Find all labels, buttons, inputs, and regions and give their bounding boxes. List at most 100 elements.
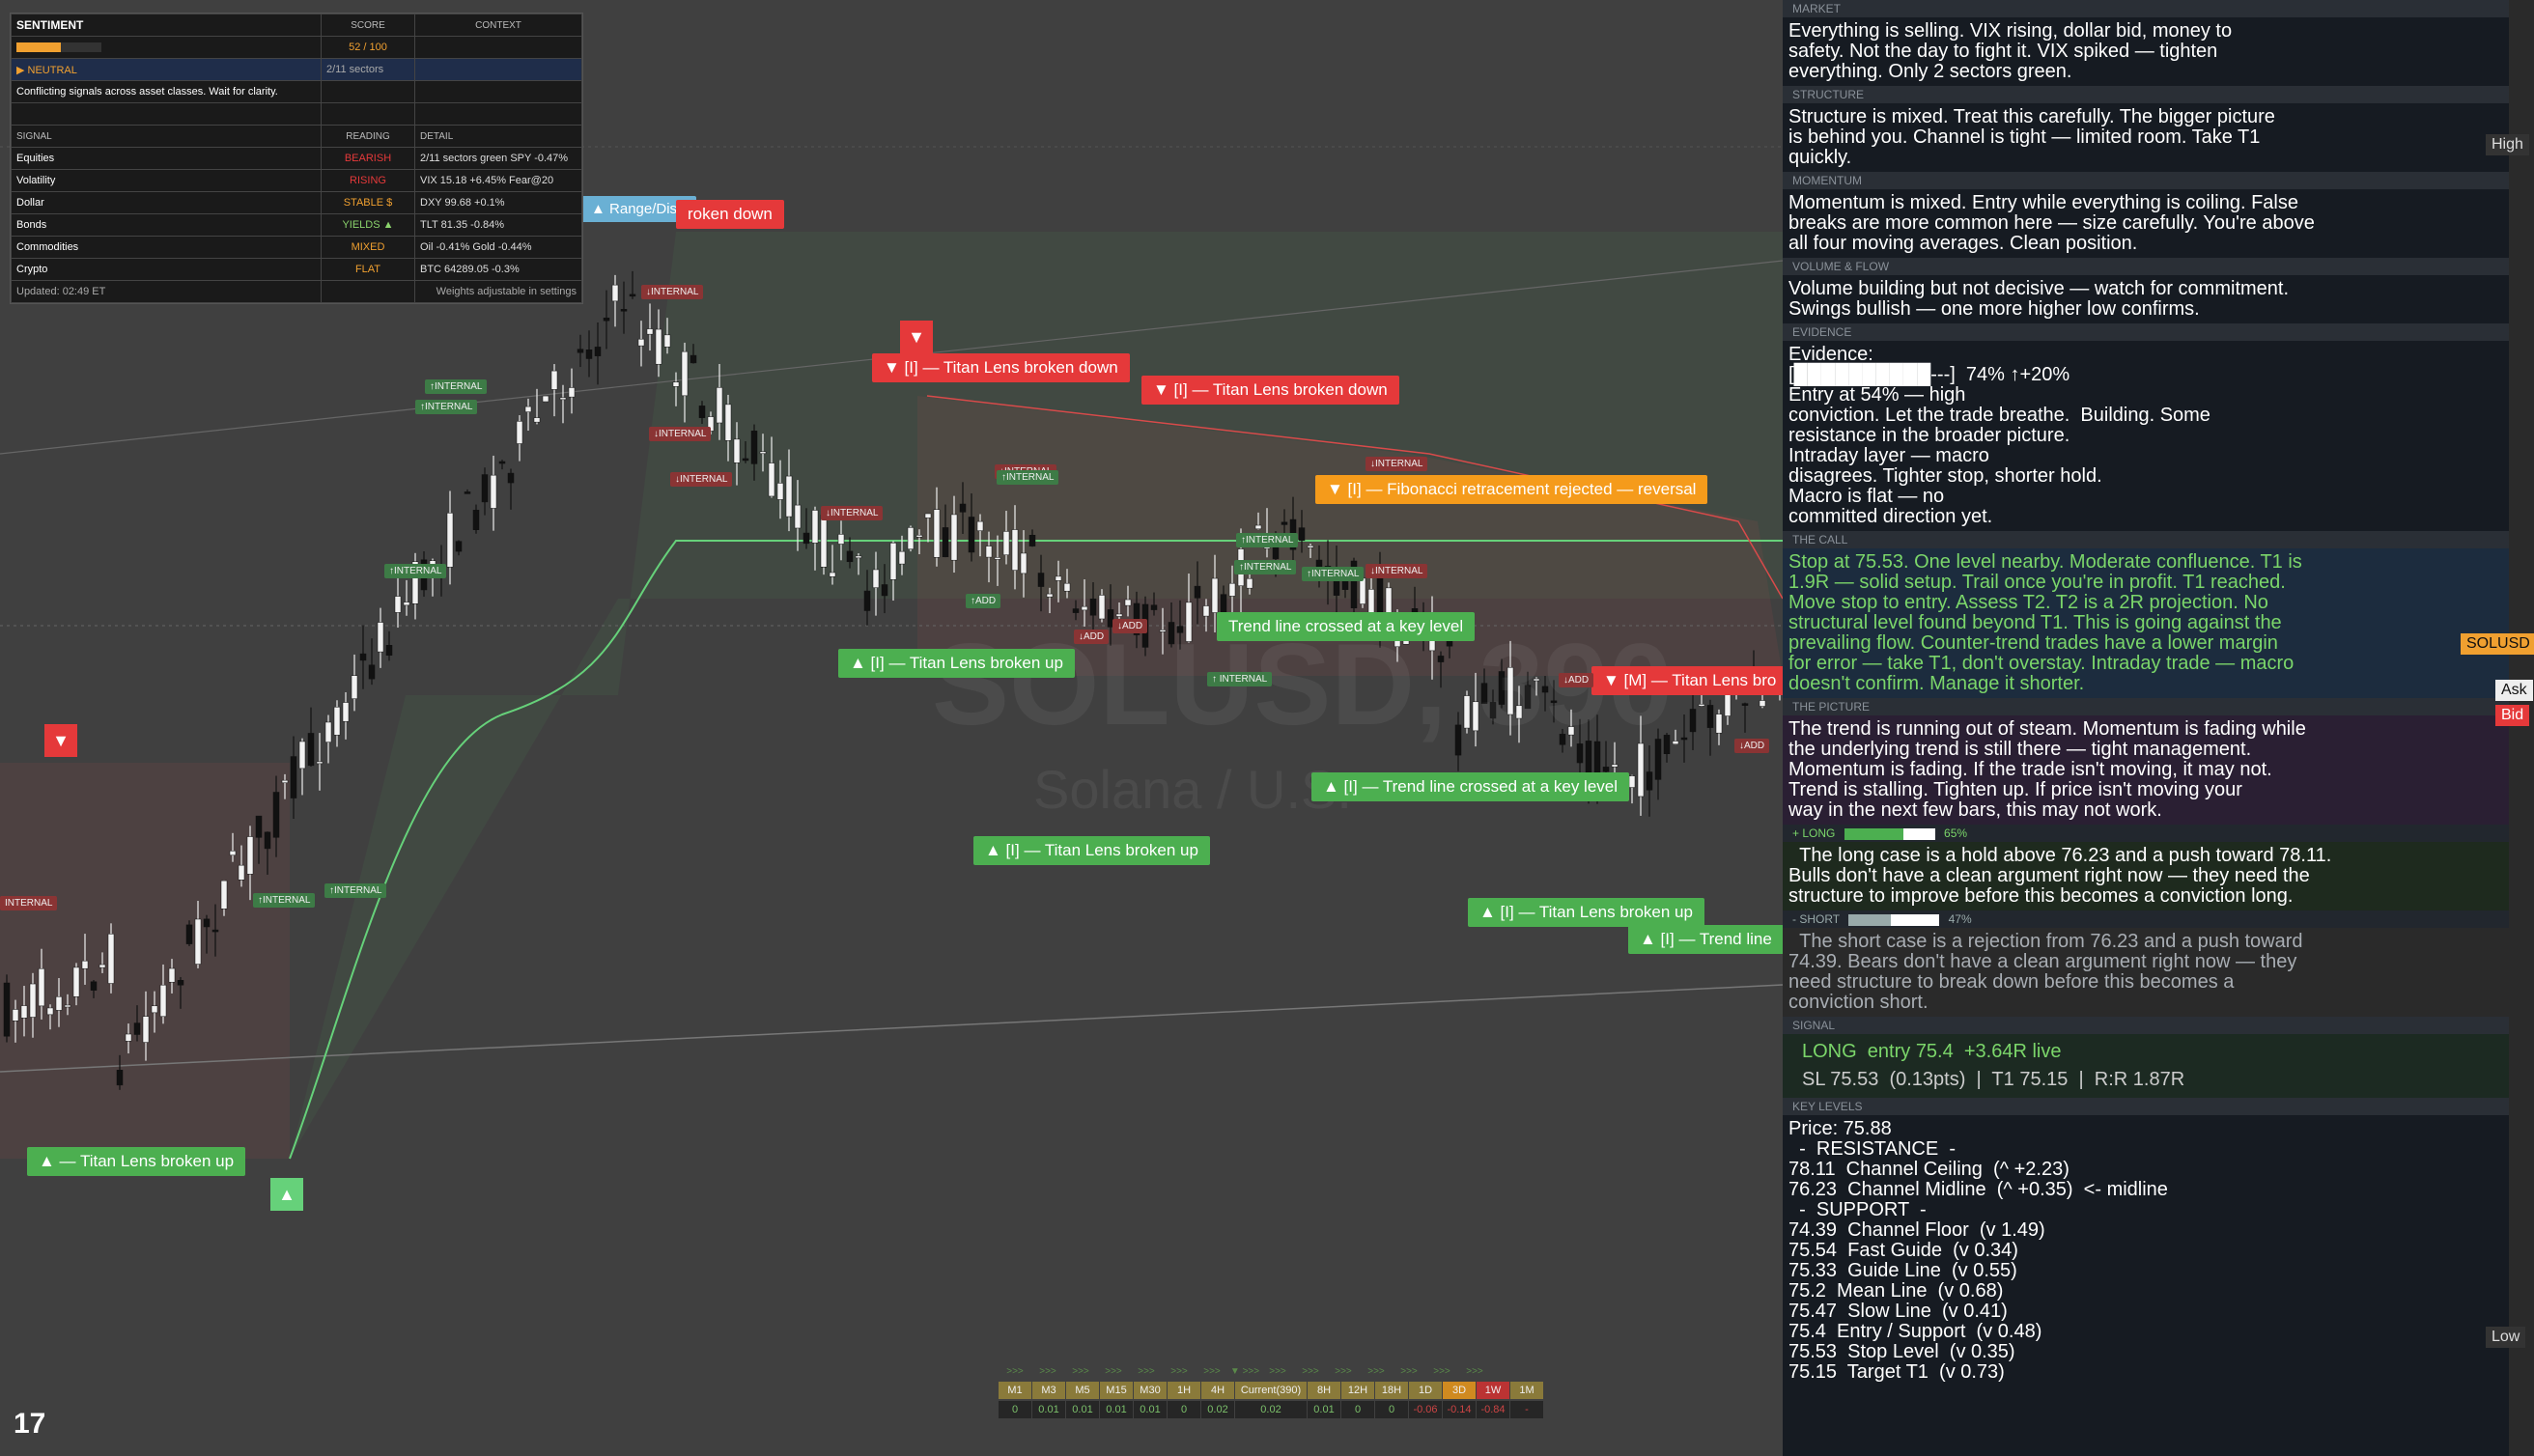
state-label: ▶ NEUTRAL — [11, 58, 322, 81]
broken-down-label[interactable]: roken down — [676, 200, 784, 229]
internal-tag: ↑INTERNAL — [1302, 567, 1365, 581]
timeframe-lbl: 1H — [1168, 1382, 1200, 1399]
candle-body — [142, 1016, 150, 1043]
add-tag: ↓ADD — [1559, 673, 1594, 687]
candle-body — [863, 590, 871, 611]
levels-text: Price: 75.88 - RESISTANCE - 78.11 Channe… — [1788, 1118, 2168, 1383]
trend-line-crossed-label-2[interactable]: ▲ [I] — Trend line crossed at a key leve… — [1311, 772, 1630, 801]
candle-body — [663, 334, 671, 348]
candle-body — [1646, 771, 1653, 791]
sentiment-row: Dollar STABLE $ DXY 99.68 +0.1% — [11, 191, 582, 214]
score-bar — [16, 42, 101, 53]
candle-body — [281, 779, 289, 784]
candle-body — [46, 1007, 54, 1016]
score-value: 52 / 100 — [321, 36, 415, 59]
timeframe-val: -0.14 — [1443, 1401, 1476, 1418]
sell-marker-icon[interactable]: ▼ — [44, 724, 77, 757]
titan-lens-up-label-4[interactable]: ▲ — Titan Lens broken up — [27, 1147, 246, 1176]
candle-body — [1637, 742, 1645, 798]
evidence-text: Evidence: [██████████---] 74% ↑+20% Entr… — [1788, 344, 2210, 527]
bearish-zone — [0, 763, 290, 1159]
candle-body — [568, 387, 576, 398]
market-section-title: MARKET — [1783, 0, 2509, 17]
reading-header: READING — [321, 125, 415, 148]
price-chart[interactable]: SOLUSD, 390 Solana / U.S. ▲ Range/Dist. … — [0, 0, 1783, 1456]
candle-body — [968, 517, 975, 553]
call-text: Stop at 75.53. One level nearby. Moderat… — [1783, 548, 2509, 698]
candle-body — [1020, 552, 1028, 574]
timeframe-lbl: M5 — [1066, 1382, 1099, 1399]
titan-lens-down-label[interactable]: ▼ [I] — Titan Lens broken down — [872, 353, 1130, 382]
candle-body — [698, 406, 706, 418]
candle-body — [290, 756, 297, 798]
candle-body — [681, 350, 689, 397]
short-progress-bar — [1848, 913, 1940, 926]
candle-body — [559, 397, 567, 401]
macro-titan-lens-label[interactable]: ▼ [M] — Titan Lens bro — [1591, 666, 1783, 695]
short-bar-row: - SHORT 47% — [1783, 910, 2509, 928]
fibonacci-rejected-label[interactable]: ▼ [I] — Fibonacci retracement rejected —… — [1315, 475, 1708, 504]
candle-body — [889, 543, 897, 580]
candle-body — [229, 851, 237, 856]
candle-body — [298, 741, 306, 770]
trend-line-crossed-label[interactable]: Trend line crossed at a key level — [1217, 612, 1476, 641]
timeframe-val: - — [1510, 1401, 1543, 1418]
bid-tag: Bid — [2495, 705, 2530, 726]
candle-body — [881, 584, 888, 597]
tradingview-logo-icon[interactable]: 17 — [14, 1408, 45, 1441]
picture-section-title: THE PICTURE — [1783, 698, 2509, 715]
signal-section-title: SIGNAL — [1783, 1017, 2509, 1034]
timeframe-arr: >>> — [1203, 1365, 1221, 1377]
candle-body — [377, 622, 384, 653]
candle-body — [507, 472, 515, 484]
candle-body — [1741, 703, 1749, 706]
timeframe-lbl: 8H — [1308, 1382, 1340, 1399]
candle-body — [1037, 573, 1045, 587]
internal-tag: ↑INTERNAL — [1234, 560, 1297, 574]
sell-marker-icon[interactable]: ▼ — [900, 321, 933, 353]
candle-body — [924, 513, 932, 518]
candle-body — [1272, 547, 1280, 560]
candle-body — [220, 880, 228, 910]
titan-lens-up-label[interactable]: ▲ [I] — Titan Lens broken up — [838, 649, 1075, 678]
candle-body — [1150, 604, 1158, 610]
buy-marker-icon[interactable]: ▲ — [270, 1178, 303, 1211]
candle-body — [3, 982, 11, 1037]
candle-body — [1680, 737, 1688, 741]
candle-body — [846, 550, 854, 563]
signal-header: SIGNAL — [11, 125, 322, 148]
candle-body — [307, 733, 315, 767]
candle-body — [524, 406, 532, 412]
timeframe-lbl: 3D — [1443, 1382, 1476, 1399]
sentiment-row: Equities BEARISH 2/11 sectors green SPY … — [11, 147, 582, 170]
candle-body — [133, 1022, 141, 1035]
timeframe-val: 0.01 — [1134, 1401, 1167, 1418]
timeframe-arr: >>> — [1367, 1365, 1385, 1377]
candle-body — [716, 387, 723, 424]
trend-line-label[interactable]: ▲ [I] — Trend line — [1628, 925, 1783, 954]
titan-lens-down-label-2[interactable]: ▼ [I] — Titan Lens broken down — [1141, 376, 1399, 405]
candle-body — [1611, 764, 1619, 768]
candle-body — [837, 534, 845, 545]
timeframe-val: 0.01 — [1032, 1401, 1065, 1418]
titan-lens-up-label-3[interactable]: ▲ [I] — Titan Lens broken up — [1468, 898, 1704, 927]
timeframe-arr: >>> — [1039, 1365, 1056, 1377]
price-scale[interactable] — [2509, 0, 2534, 1456]
candle-body — [637, 338, 645, 347]
candle-body — [985, 546, 993, 558]
candle-body — [994, 557, 1001, 560]
timeframe-arr: >>> — [1335, 1365, 1352, 1377]
candle-body — [1081, 605, 1088, 611]
long-percent: 65% — [1944, 826, 1968, 840]
instrument-watermark: Solana / U.S. — [1033, 759, 1352, 820]
candle-body — [12, 1009, 19, 1022]
timeframe-lbl: M15 — [1100, 1382, 1133, 1399]
internal-tag: ↑INTERNAL — [384, 564, 447, 578]
candle-body — [1115, 613, 1123, 617]
short-percent: 47% — [1948, 912, 1972, 926]
timeframe-lbl: 1W — [1477, 1382, 1509, 1399]
candle-body — [1072, 608, 1080, 613]
sentiment-row: Crypto FLAT BTC 64289.05 -0.3% — [11, 258, 582, 281]
titan-lens-up-label-2[interactable]: ▲ [I] — Titan Lens broken up — [973, 836, 1210, 865]
short-label: - SHORT — [1792, 912, 1840, 926]
